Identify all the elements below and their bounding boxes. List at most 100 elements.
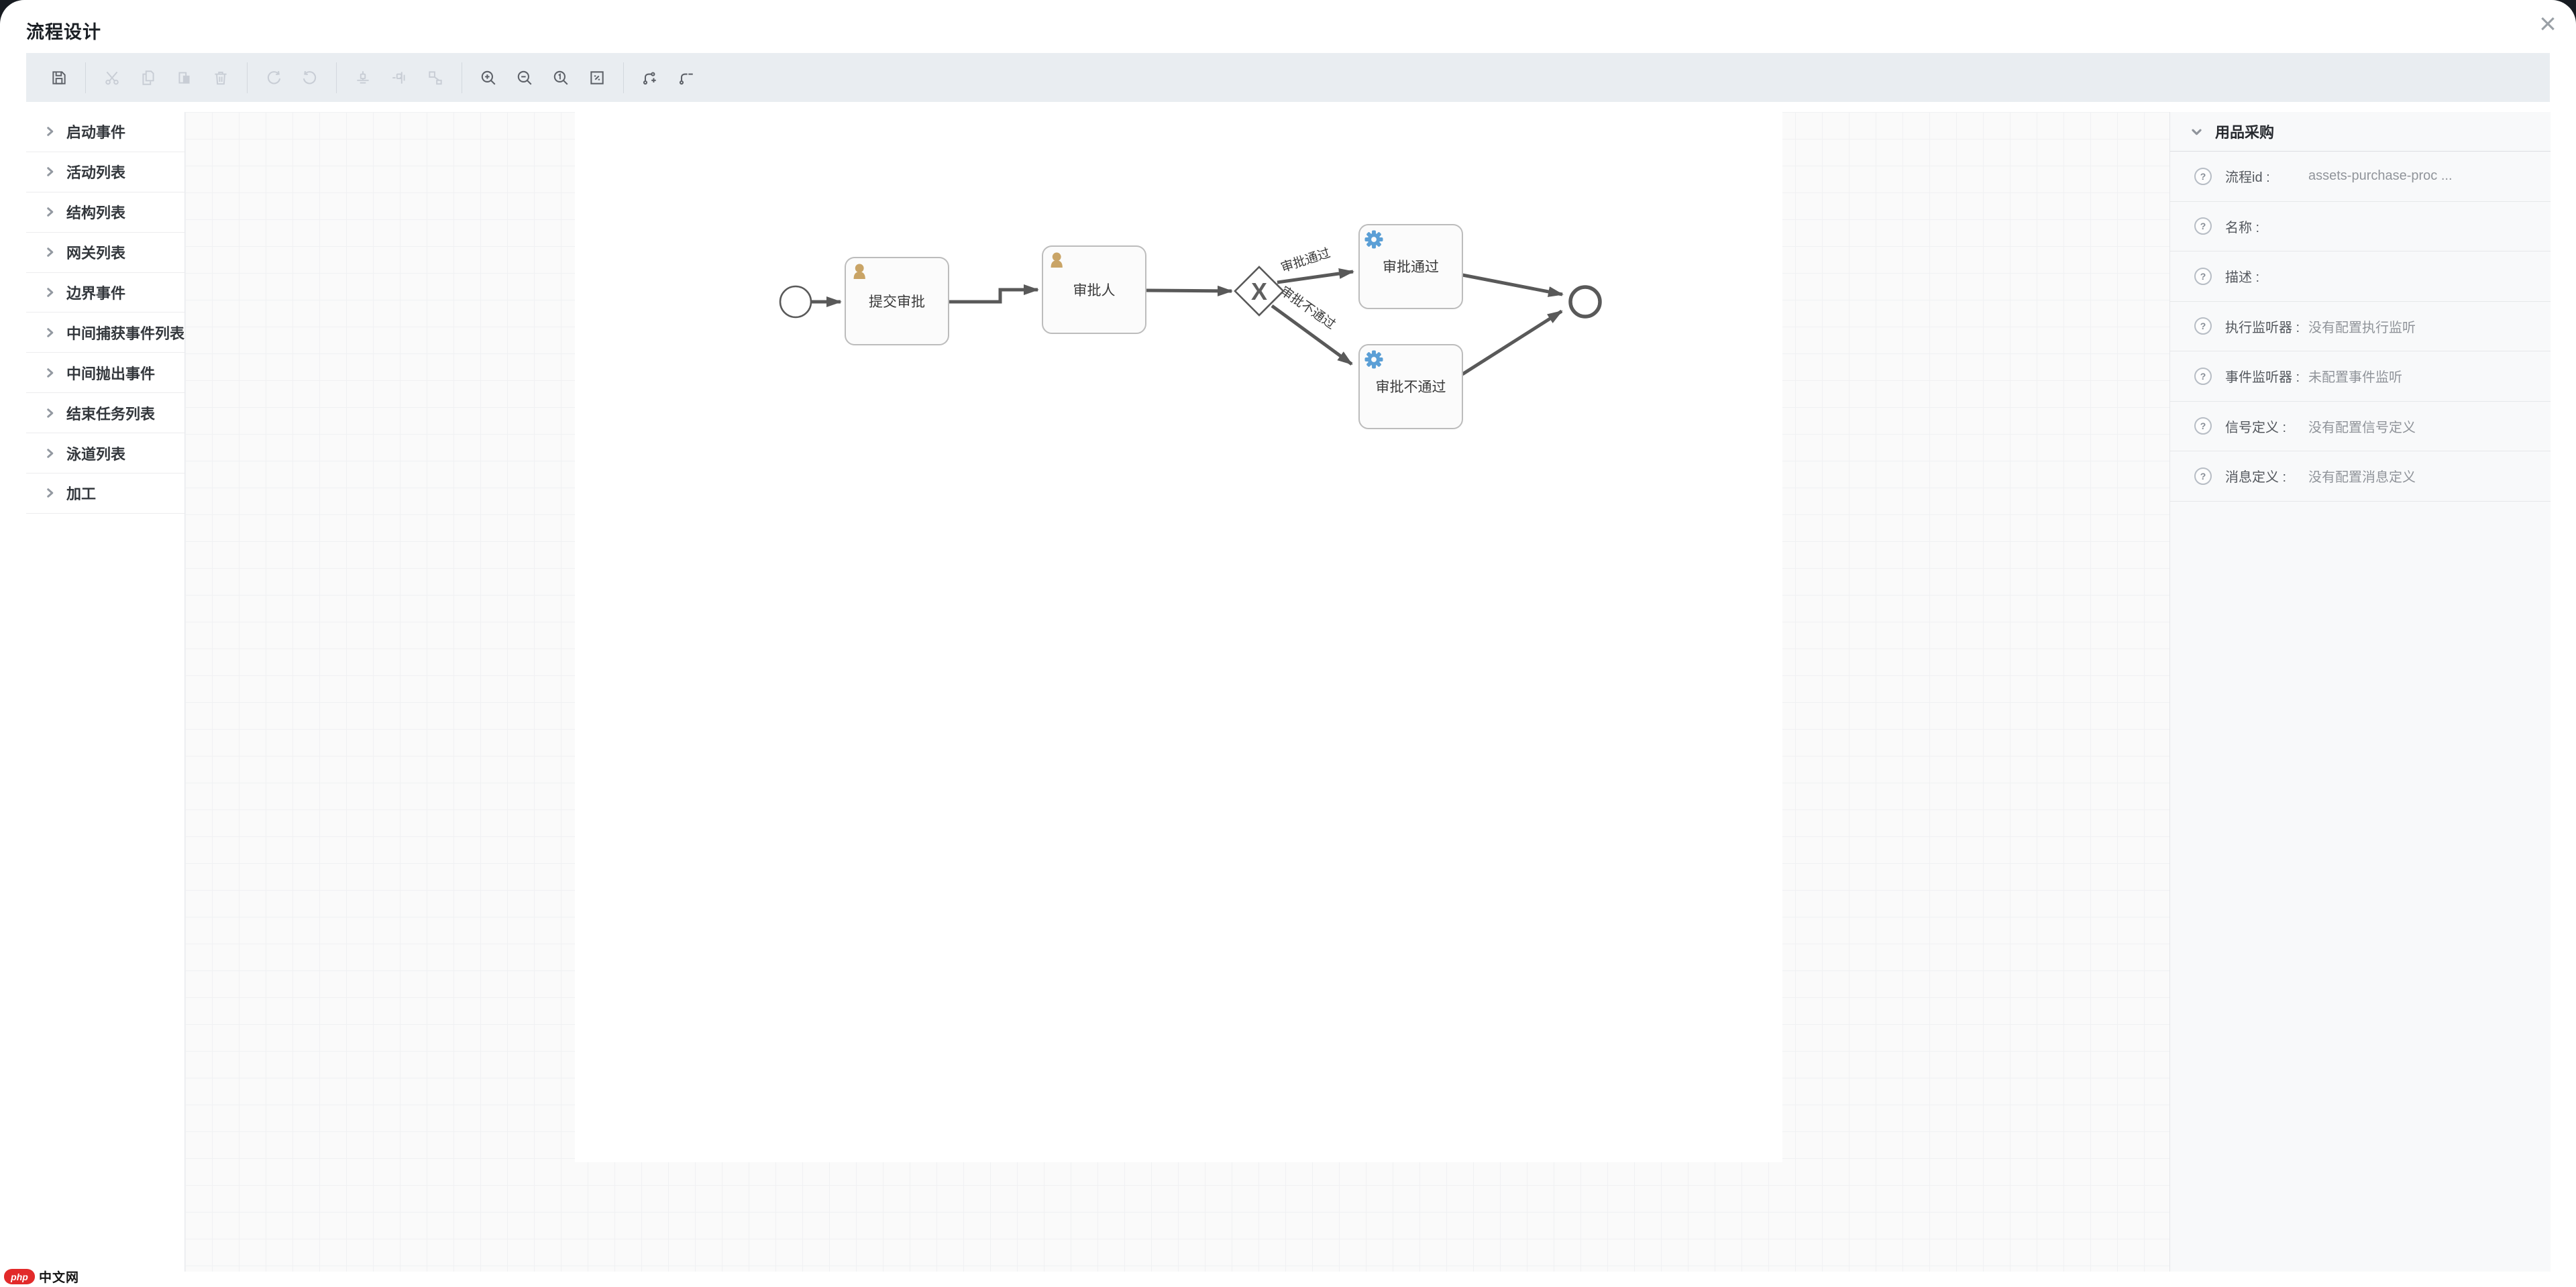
chevron-right-icon bbox=[44, 447, 56, 459]
bpmn-canvas[interactable]: 审批通过 审批不通过 提交审批 审批人 X 审批通过 审批不通过 bbox=[184, 112, 2170, 1272]
zoom-reset-icon bbox=[553, 70, 568, 85]
phpcn-text: 中文网 bbox=[39, 1271, 80, 1285]
copy-button bbox=[130, 60, 166, 96]
process-name-title: 用品采购 bbox=[2215, 124, 2275, 141]
save-button[interactable] bbox=[41, 60, 77, 96]
zoom-out-icon bbox=[517, 70, 532, 85]
copy-icon bbox=[142, 70, 154, 85]
chevron-down-icon bbox=[2190, 125, 2203, 138]
property-row-execution-listener[interactable]: ? 执行监听器 : 没有配置执行监听 bbox=[2170, 302, 2551, 351]
property-row-event-listener[interactable]: ? 事件监听器 : 未配置事件监听 bbox=[2170, 351, 2551, 402]
help-icon: ? bbox=[2194, 367, 2212, 385]
help-icon: ? bbox=[2194, 417, 2212, 435]
toolbar-separator bbox=[336, 62, 337, 93]
sidebar-item-structures[interactable]: 结构列表 bbox=[26, 192, 184, 233]
redo-button bbox=[256, 60, 292, 96]
sidebar-item-intermediate-throw-events[interactable]: 中间抛出事件 bbox=[26, 353, 184, 394]
toolbar bbox=[26, 53, 2550, 102]
cut-icon bbox=[105, 71, 119, 85]
chevron-right-icon bbox=[44, 367, 56, 379]
user-task-approver[interactable]: 审批人 bbox=[1042, 245, 1146, 334]
property-row-signal-definition[interactable]: ? 信号定义 : 没有配置信号定义 bbox=[2170, 402, 2551, 451]
property-label: 名称 : bbox=[2225, 220, 2260, 235]
flow-approve-to-end[interactable] bbox=[1462, 273, 1564, 297]
task-label: 审批人 bbox=[1073, 283, 1116, 298]
sidebar-item-label: 泳道列表 bbox=[66, 445, 126, 463]
sidebar-item-label: 中间捕获事件列表 bbox=[66, 325, 185, 342]
property-row-process-id[interactable]: ? 流程id : assets-purchase-proc ... bbox=[2170, 152, 2551, 202]
auto-layout-button bbox=[417, 60, 453, 96]
chevron-right-icon bbox=[44, 407, 56, 419]
end-event-node[interactable] bbox=[1568, 285, 1602, 319]
sidebar-item-label: 网关列表 bbox=[66, 245, 126, 262]
sidebar-item-label: 活动列表 bbox=[66, 164, 126, 182]
remove-connection-icon bbox=[679, 73, 693, 85]
diagram-sheet[interactable]: 审批通过 审批不通过 提交审批 审批人 X 审批通过 审批不通过 bbox=[575, 112, 1782, 1162]
sidebar-item-label: 边界事件 bbox=[66, 285, 126, 302]
help-icon: ? bbox=[2194, 467, 2212, 485]
sidebar-item-intermediate-catch-events[interactable]: 中间捕获事件列表 bbox=[26, 313, 184, 353]
phpcn-watermark: php 中文网 bbox=[4, 1268, 79, 1286]
task-label: 提交审批 bbox=[869, 294, 925, 310]
php-logo: php bbox=[4, 1269, 35, 1284]
property-value: 没有配置执行监听 bbox=[2308, 320, 2416, 335]
sidebar-item-boundary-events[interactable]: 边界事件 bbox=[26, 273, 184, 313]
chevron-right-icon bbox=[44, 206, 56, 218]
start-event-node[interactable] bbox=[779, 285, 812, 319]
service-task-reject[interactable]: 审批不通过 bbox=[1358, 344, 1463, 429]
sidebar-item-lanes[interactable]: 泳道列表 bbox=[26, 433, 184, 474]
property-value: assets-purchase-proc ... bbox=[2308, 168, 2453, 184]
titlebar: 流程设计 × bbox=[0, 0, 2576, 53]
flow-approver-to-gateway[interactable] bbox=[1145, 285, 1233, 296]
save-icon bbox=[52, 70, 66, 85]
panel-header[interactable]: 用品采购 bbox=[2170, 112, 2551, 152]
add-connection-button[interactable] bbox=[632, 60, 668, 96]
help-icon: ? bbox=[2194, 217, 2212, 235]
remove-connection-button[interactable] bbox=[668, 60, 704, 96]
gear-icon bbox=[1364, 350, 1383, 369]
zoom-out-button[interactable] bbox=[506, 60, 543, 96]
process-designer-dialog: 流程设计 × 启动事件 活动列表 结构列表 网关列表 边界事件 中间捕获事件列表… bbox=[0, 0, 2576, 1287]
auto-layout-icon bbox=[429, 70, 442, 85]
align-vertical-center-button bbox=[345, 60, 381, 96]
edge-label-fail[interactable]: 审批不通过 bbox=[1277, 284, 1338, 333]
sidebar-item-processing[interactable]: 加工 bbox=[26, 473, 184, 514]
delete-button bbox=[203, 60, 239, 96]
add-connection-icon bbox=[643, 71, 656, 85]
property-row-description[interactable]: ? 描述 : bbox=[2170, 251, 2551, 302]
service-task-approve[interactable]: 审批通过 bbox=[1358, 224, 1463, 309]
user-task-submit[interactable]: 提交审批 bbox=[845, 257, 949, 345]
flow-submit-to-approver[interactable] bbox=[949, 284, 1039, 304]
chevron-right-icon bbox=[44, 166, 56, 178]
task-label: 审批通过 bbox=[1383, 260, 1439, 275]
cut-button bbox=[94, 60, 130, 96]
fit-screen-button[interactable] bbox=[579, 60, 615, 96]
property-row-message-definition[interactable]: ? 消息定义 : 没有配置消息定义 bbox=[2170, 451, 2551, 502]
zoom-reset-button[interactable] bbox=[543, 60, 579, 96]
align-horizontal-center-icon bbox=[392, 71, 405, 84]
properties-panel: 用品采购 ? 流程id : assets-purchase-proc ... ?… bbox=[2169, 112, 2551, 1272]
property-label: 信号定义 : bbox=[2225, 420, 2287, 435]
property-label: 描述 : bbox=[2225, 270, 2260, 286]
sidebar-item-activities[interactable]: 活动列表 bbox=[26, 152, 184, 192]
task-label: 审批不通过 bbox=[1376, 380, 1446, 395]
property-label: 流程id : bbox=[2225, 170, 2270, 186]
edge-label-pass[interactable]: 审批通过 bbox=[1279, 245, 1332, 275]
zoom-in-button[interactable] bbox=[470, 60, 506, 96]
bpmn-diagram: 审批通过 审批不通过 提交审批 审批人 X 审批通过 审批不通过 bbox=[779, 224, 1602, 429]
close-icon[interactable]: × bbox=[2529, 5, 2567, 43]
paste-button bbox=[166, 60, 203, 96]
main-content: 启动事件 活动列表 结构列表 网关列表 边界事件 中间捕获事件列表 中间抛出事件… bbox=[0, 112, 2576, 1272]
sidebar-item-end-tasks[interactable]: 结束任务列表 bbox=[26, 393, 184, 434]
chevron-right-icon bbox=[44, 286, 56, 298]
undo-button bbox=[292, 60, 328, 96]
sidebar-item-start-events[interactable]: 启动事件 bbox=[26, 112, 184, 152]
sidebar-item-label: 加工 bbox=[66, 486, 97, 503]
sidebar-item-gateways[interactable]: 网关列表 bbox=[26, 233, 184, 273]
sidebar-item-label: 结束任务列表 bbox=[66, 405, 156, 423]
property-row-name[interactable]: ? 名称 : bbox=[2170, 202, 2551, 251]
chevron-right-icon bbox=[44, 246, 56, 258]
flow-reject-to-end[interactable] bbox=[1461, 309, 1563, 376]
toolbar-separator bbox=[247, 62, 248, 93]
delete-icon bbox=[215, 71, 227, 85]
